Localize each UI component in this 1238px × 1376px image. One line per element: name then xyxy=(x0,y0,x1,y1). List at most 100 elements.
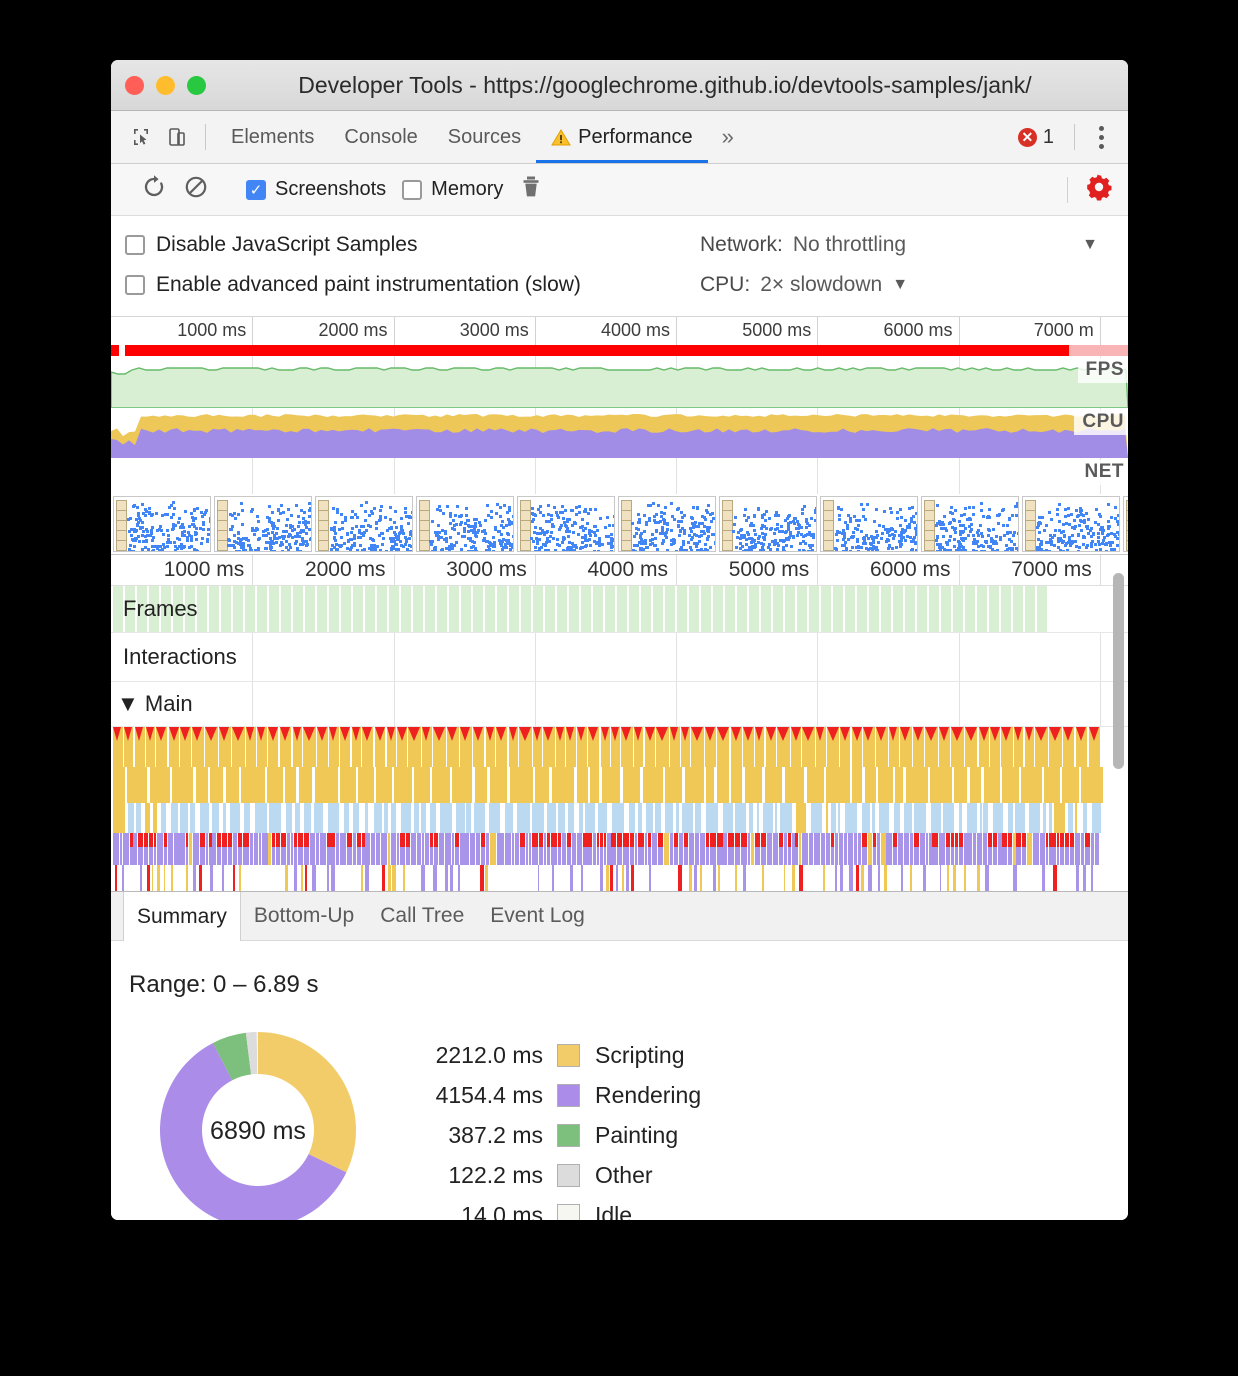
flame-block[interactable] xyxy=(168,833,173,865)
flame-block[interactable] xyxy=(440,803,453,833)
flame-block[interactable] xyxy=(901,865,903,891)
frame-bar[interactable] xyxy=(713,586,723,632)
flame-block[interactable] xyxy=(953,865,956,891)
inspect-element-button[interactable] xyxy=(123,111,159,163)
flame-block[interactable] xyxy=(136,803,141,833)
flame-block[interactable] xyxy=(190,803,195,833)
flame-block[interactable] xyxy=(515,833,519,865)
flame-block[interactable] xyxy=(607,833,610,865)
filmstrip-frame[interactable] xyxy=(1123,496,1128,552)
flame-block[interactable] xyxy=(425,833,429,865)
frame-bar[interactable] xyxy=(353,586,363,632)
flame-block[interactable] xyxy=(430,803,436,833)
flame-block[interactable] xyxy=(1044,767,1060,803)
flame-block[interactable] xyxy=(532,803,544,833)
flame-block[interactable] xyxy=(510,767,533,803)
flame-block[interactable] xyxy=(452,767,472,803)
flame-block[interactable] xyxy=(706,767,714,803)
flame-block[interactable] xyxy=(336,833,340,865)
flame-block[interactable] xyxy=(904,833,909,865)
flame-block[interactable] xyxy=(735,803,747,833)
flame-block[interactable] xyxy=(1033,833,1039,865)
flame-block[interactable] xyxy=(535,767,549,803)
flame-block[interactable] xyxy=(826,767,850,803)
track-main[interactable]: ▼ Main xyxy=(111,682,1128,727)
flame-block[interactable] xyxy=(809,833,814,865)
flame-block[interactable] xyxy=(954,767,967,803)
flame-block[interactable] xyxy=(230,803,240,833)
flame-block[interactable] xyxy=(295,803,301,833)
flame-block[interactable] xyxy=(1043,803,1047,833)
flame-block[interactable] xyxy=(120,833,122,865)
flame-block[interactable] xyxy=(923,865,926,891)
frame-bar[interactable] xyxy=(845,586,855,632)
flame-block[interactable] xyxy=(171,803,178,833)
flame-block[interactable] xyxy=(939,833,944,865)
frame-bar[interactable] xyxy=(293,586,303,632)
frame-bar[interactable] xyxy=(725,586,735,632)
flame-block[interactable] xyxy=(529,833,531,865)
flame-block[interactable] xyxy=(865,767,877,803)
flame-block[interactable] xyxy=(626,865,629,891)
flame-block[interactable] xyxy=(206,833,208,865)
flame-block[interactable] xyxy=(914,803,926,833)
flame-block[interactable] xyxy=(579,803,583,833)
flame-block[interactable] xyxy=(796,803,806,833)
flame-block[interactable] xyxy=(269,803,281,833)
filmstrip-frame[interactable] xyxy=(315,496,413,552)
flame-block[interactable] xyxy=(780,803,793,833)
flame-block[interactable] xyxy=(1021,767,1041,803)
frame-bar[interactable] xyxy=(581,586,591,632)
flame-block[interactable] xyxy=(287,833,290,865)
flame-block[interactable] xyxy=(552,865,555,891)
frame-bar[interactable] xyxy=(329,586,339,632)
flame-block[interactable] xyxy=(943,803,954,833)
flame-block[interactable] xyxy=(695,833,699,865)
filmstrip-frame[interactable] xyxy=(416,496,514,552)
frame-bar[interactable] xyxy=(113,586,123,632)
flame-block[interactable] xyxy=(835,865,837,891)
flame-block[interactable] xyxy=(1042,865,1045,891)
flame-block[interactable] xyxy=(1054,803,1065,833)
flame-block[interactable] xyxy=(388,865,392,891)
frame-bar[interactable] xyxy=(557,586,567,632)
frame-bar[interactable] xyxy=(197,586,207,632)
flame-block[interactable] xyxy=(762,865,764,891)
flamechart-rows[interactable] xyxy=(111,727,1128,891)
frame-bar[interactable] xyxy=(797,586,807,632)
flame-block[interactable] xyxy=(689,833,695,865)
flame-block[interactable] xyxy=(210,767,223,803)
flame-block[interactable] xyxy=(460,833,465,865)
flame-block[interactable] xyxy=(1049,803,1052,833)
flame-block[interactable] xyxy=(344,803,349,833)
flame-block[interactable] xyxy=(1081,833,1084,865)
flame-block[interactable] xyxy=(382,865,385,891)
flame-block[interactable] xyxy=(745,767,763,803)
flame-block[interactable] xyxy=(421,865,424,891)
flame-block[interactable] xyxy=(577,767,589,803)
flame-block[interactable] xyxy=(838,803,841,833)
frame-bar[interactable] xyxy=(377,586,387,632)
frame-bar[interactable] xyxy=(953,586,963,632)
flame-block[interactable] xyxy=(920,833,925,865)
flamechart-row-5[interactable] xyxy=(111,865,1128,891)
maximize-window-button[interactable] xyxy=(187,76,206,95)
flame-block[interactable] xyxy=(713,865,716,891)
flame-block[interactable] xyxy=(291,833,294,865)
flame-block[interactable] xyxy=(826,833,829,865)
frame-bar[interactable] xyxy=(761,586,771,632)
flame-block[interactable] xyxy=(320,833,326,865)
flame-block[interactable] xyxy=(854,833,857,865)
frame-bar[interactable] xyxy=(965,586,975,632)
flame-block[interactable] xyxy=(799,865,803,891)
flame-block[interactable] xyxy=(456,803,465,833)
filmstrip-frame[interactable] xyxy=(921,496,1019,552)
cpu-throttling-select[interactable]: CPU: 2× slowdown ▼ xyxy=(700,273,908,297)
flame-block[interactable] xyxy=(122,865,124,891)
flame-block[interactable] xyxy=(844,833,847,865)
flame-block[interactable] xyxy=(212,833,216,865)
flame-block[interactable] xyxy=(973,833,976,865)
flame-block[interactable] xyxy=(749,803,753,833)
flame-block[interactable] xyxy=(490,767,507,803)
flame-block[interactable] xyxy=(365,803,369,833)
